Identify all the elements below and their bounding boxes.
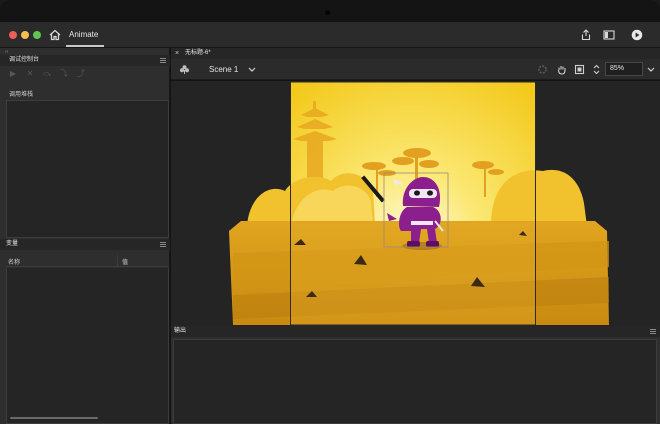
column-divider xyxy=(117,255,118,267)
variables-list[interactable] xyxy=(6,268,169,424)
rotate-stage-icon[interactable] xyxy=(591,64,602,75)
panel-menu-icon[interactable] xyxy=(650,329,656,334)
zoom-window-button[interactable] xyxy=(33,31,41,39)
debug-console-header: 调试控制台 xyxy=(0,55,170,66)
app-window: Animate ‹‹ 调试控制台 ▶ ✕ ⤼ ⤵ ⤴ 调用堆栈 变量 名称 值 … xyxy=(0,0,660,424)
variables-column-headers: 名称 值 xyxy=(6,255,169,267)
gear-icon[interactable] xyxy=(537,64,548,75)
clip-canvas-icon[interactable] xyxy=(574,64,585,75)
minimize-window-button[interactable] xyxy=(21,31,29,39)
zoom-field[interactable]: 85% xyxy=(605,62,643,76)
panel-menu-icon[interactable] xyxy=(160,58,166,63)
step-over-icon[interactable]: ⤼ xyxy=(40,69,54,79)
name-column-header[interactable]: 名称 xyxy=(8,257,20,266)
app-tab-underline xyxy=(66,45,104,47)
document-tab-bar: × 无标题-6* xyxy=(171,48,660,59)
chevron-down-icon[interactable] xyxy=(647,66,655,73)
panel-menu-icon[interactable] xyxy=(160,242,166,247)
continue-icon[interactable]: ▶ xyxy=(6,69,20,79)
home-icon[interactable] xyxy=(49,29,61,41)
scene-selector[interactable]: Scene 1 xyxy=(209,59,238,80)
document-tab[interactable]: 无标题-6* xyxy=(185,48,211,59)
output-title: 输出 xyxy=(174,328,187,334)
left-panel: ‹‹ 调试控制台 ▶ ✕ ⤼ ⤵ ⤴ 调用堆栈 变量 名称 值 xyxy=(0,48,170,424)
play-icon[interactable] xyxy=(631,29,643,41)
horizontal-scrollbar[interactable] xyxy=(10,417,98,419)
stage-artwork xyxy=(229,81,609,326)
title-bar: Animate xyxy=(0,22,660,48)
output-panel xyxy=(171,337,660,424)
variables-title: 变量 xyxy=(6,241,19,247)
panel-layout-icon[interactable] xyxy=(603,29,615,41)
step-in-icon[interactable]: ⤵ xyxy=(57,69,71,79)
scene-clapper-icon[interactable] xyxy=(179,64,190,75)
debug-toolbar: ▶ ✕ ⤼ ⤵ ⤴ xyxy=(6,68,88,80)
output-text-area[interactable] xyxy=(173,339,657,424)
call-stack-list[interactable] xyxy=(6,100,169,238)
close-window-button[interactable] xyxy=(9,31,17,39)
value-column-header[interactable]: 值 xyxy=(122,257,128,266)
call-stack-label: 调用堆栈 xyxy=(9,92,34,98)
step-out-icon[interactable]: ⤴ xyxy=(74,69,88,79)
debug-console-title: 调试控制台 xyxy=(9,57,40,63)
pan-hand-icon[interactable] xyxy=(556,64,567,75)
stop-debug-icon[interactable]: ✕ xyxy=(23,69,37,79)
chevron-down-icon[interactable] xyxy=(248,66,256,73)
output-header: 输出 xyxy=(171,326,660,337)
camera-notch xyxy=(325,10,330,15)
close-document-icon[interactable]: × xyxy=(175,48,179,59)
variables-header: 变量 xyxy=(0,239,170,250)
stage-canvas[interactable] xyxy=(171,81,660,326)
stage-toolbar: Scene 1 85% xyxy=(171,59,660,80)
share-icon[interactable] xyxy=(580,29,592,41)
